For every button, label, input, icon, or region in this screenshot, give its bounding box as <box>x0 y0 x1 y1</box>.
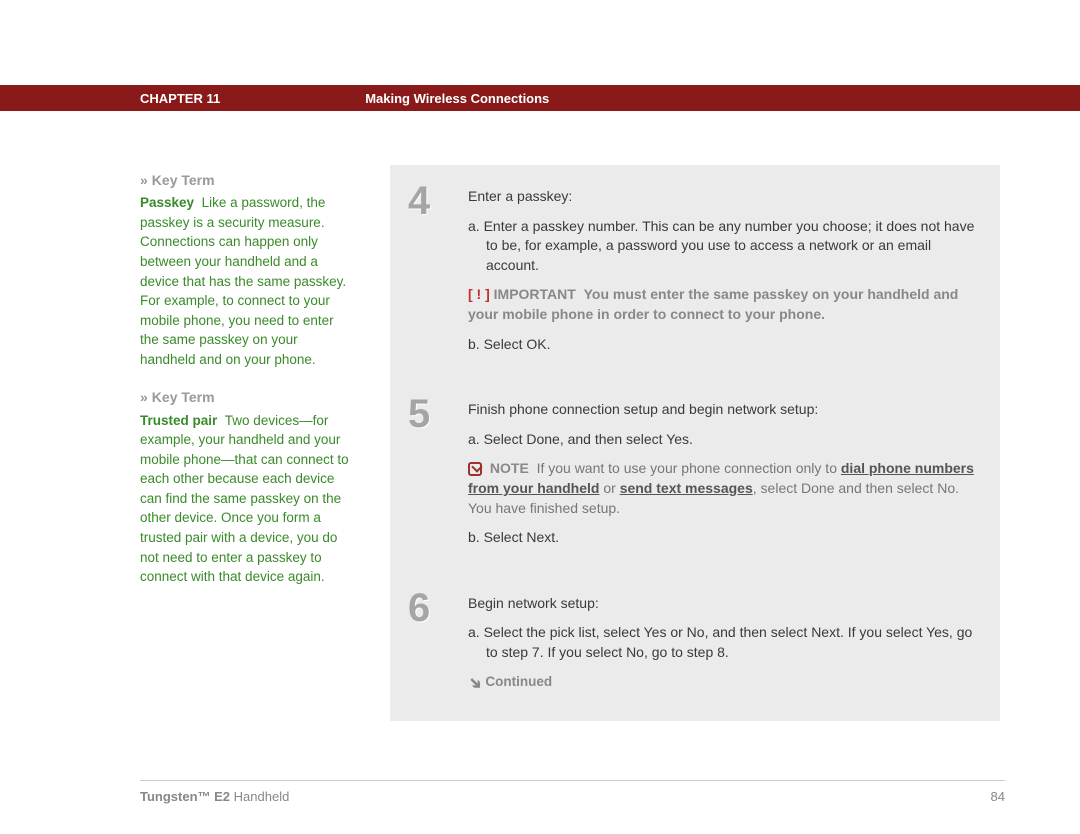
send-text-link[interactable]: send text messages <box>620 480 753 496</box>
chapter-label: CHAPTER 11 <box>140 91 220 106</box>
step-6: 6 Begin network setup: a. Select the pic… <box>408 584 978 705</box>
double-chevron-icon: » <box>140 172 148 188</box>
continued-label: Continued <box>485 674 552 689</box>
main-steps-panel: 4 Enter a passkey: a. Enter a passkey nu… <box>390 165 1000 721</box>
step-title: Finish phone connection setup and begin … <box>468 400 978 420</box>
key-term-name: Passkey <box>140 195 194 210</box>
note-text-prefix: If you want to use your phone connection… <box>537 460 841 476</box>
step-substep-a: a. Enter a passkey number. This can be a… <box>468 217 978 276</box>
important-label: IMPORTANT <box>494 286 576 302</box>
continued-indicator: ➔Continued <box>468 673 978 695</box>
note-callout: NOTE If you want to use your phone conne… <box>468 459 978 518</box>
step-body: Enter a passkey: a. Enter a passkey numb… <box>468 177 978 364</box>
chapter-title: Making Wireless Connections <box>365 91 549 106</box>
step-number: 4 <box>408 177 468 364</box>
note-text-mid: or <box>599 480 619 496</box>
page-footer: Tungsten™ E2 Handheld 84 <box>140 780 1005 804</box>
key-term-body: Trusted pair Two devices—for example, yo… <box>140 411 350 587</box>
sidebar-key-terms: »Key Term Passkey Like a password, the p… <box>140 170 350 605</box>
step-substep-a: a. Select the pick list, select Yes or N… <box>468 623 978 662</box>
product-name: Tungsten™ E2 Handheld <box>140 789 289 804</box>
chapter-header-bar: CHAPTER 11 Making Wireless Connections <box>0 85 1080 111</box>
note-icon <box>468 462 482 476</box>
page-content: »Key Term Passkey Like a password, the p… <box>140 165 1005 774</box>
double-chevron-icon: » <box>140 389 148 405</box>
key-term-label: Key Term <box>152 172 215 188</box>
key-term-label: Key Term <box>152 389 215 405</box>
step-substep-a: a. Select Done, and then select Yes. <box>468 430 978 450</box>
note-label: NOTE <box>490 460 529 476</box>
key-term-block: »Key Term Trusted pair Two devices—for e… <box>140 387 350 586</box>
key-term-body: Passkey Like a password, the passkey is … <box>140 193 350 369</box>
step-title: Enter a passkey: <box>468 187 978 207</box>
important-bang-icon: [ ! ] <box>468 286 490 302</box>
key-term-block: »Key Term Passkey Like a password, the p… <box>140 170 350 369</box>
step-title: Begin network setup: <box>468 594 978 614</box>
step-number: 6 <box>408 584 468 705</box>
key-term-definition: Like a password, the passkey is a securi… <box>140 195 346 367</box>
key-term-heading: »Key Term <box>140 387 350 407</box>
key-term-heading: »Key Term <box>140 170 350 190</box>
key-term-definition: Two devices—for example, your handheld a… <box>140 413 349 585</box>
product-name-bold: Tungsten™ E2 <box>140 789 230 804</box>
step-body: Begin network setup: a. Select the pick … <box>468 584 978 705</box>
step-substep-b: b. Select Next. <box>468 528 978 548</box>
step-number: 5 <box>408 390 468 558</box>
step-4: 4 Enter a passkey: a. Enter a passkey nu… <box>408 177 978 364</box>
step-substep-b: b. Select OK. <box>468 335 978 355</box>
step-body: Finish phone connection setup and begin … <box>468 390 978 558</box>
step-5: 5 Finish phone connection setup and begi… <box>408 390 978 558</box>
key-term-name: Trusted pair <box>140 413 217 428</box>
product-name-rest: Handheld <box>230 789 289 804</box>
page-number: 84 <box>991 789 1005 804</box>
important-callout: [ ! ] IMPORTANT You must enter the same … <box>468 285 978 324</box>
